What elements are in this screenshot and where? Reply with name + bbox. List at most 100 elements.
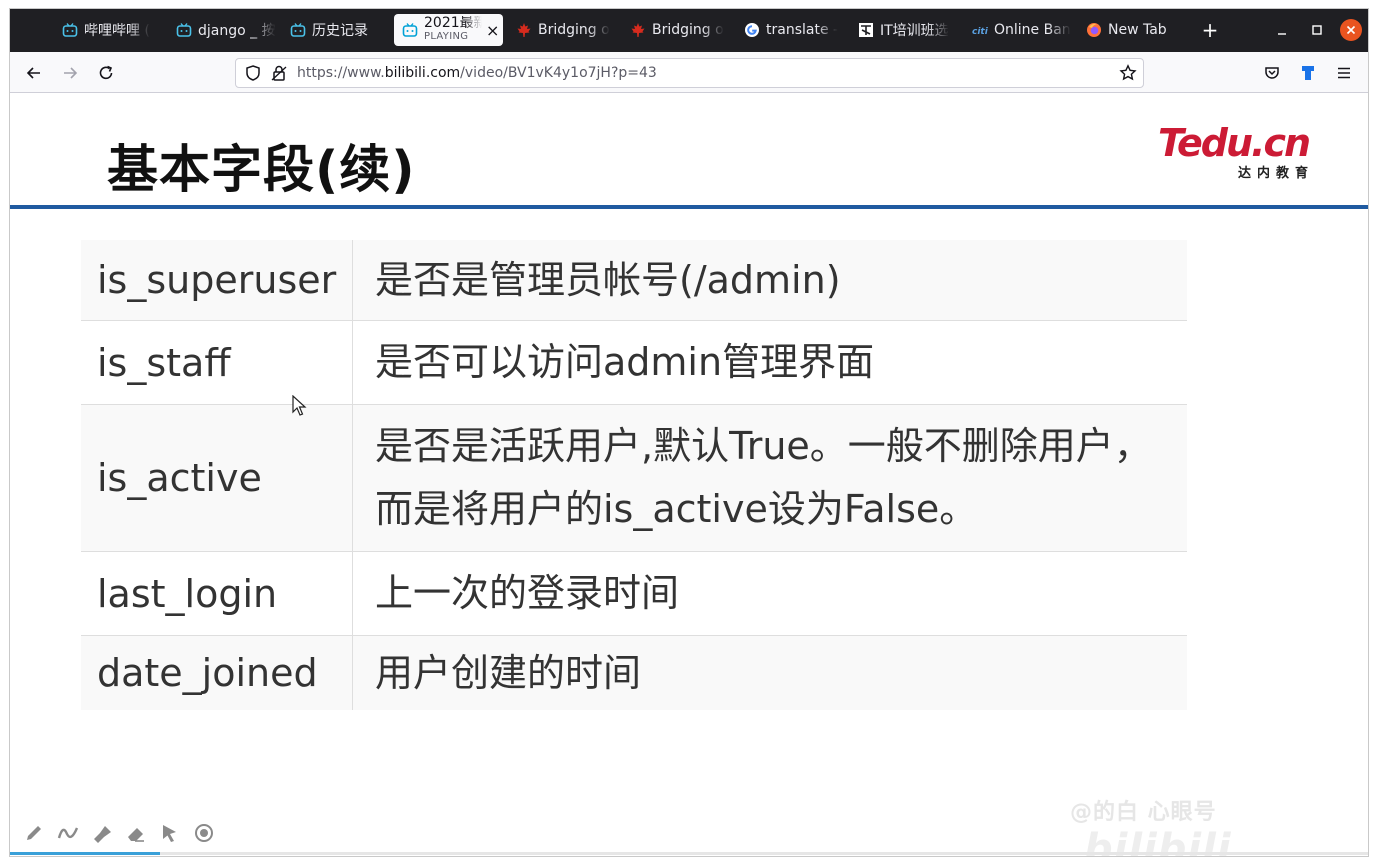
logo-main: Tedu.cn bbox=[1158, 121, 1311, 165]
field-description: 上一次的登录时间 bbox=[375, 571, 680, 615]
tab-bridging-2[interactable]: Bridging o bbox=[622, 14, 730, 46]
bilibili-icon bbox=[62, 22, 78, 38]
tab-translate[interactable]: translate - bbox=[736, 14, 844, 46]
bilibili-icon bbox=[402, 22, 418, 38]
tab-online-bank[interactable]: citi Online Ban bbox=[964, 14, 1072, 46]
bookmark-star-icon[interactable] bbox=[1119, 64, 1137, 82]
url-prefix: https://www. bbox=[297, 65, 385, 81]
url-domain: bilibili.com bbox=[384, 65, 461, 81]
video-slide[interactable]: 基本字段(续) Tedu.cn 达内教育 is_superuser 是否是管理员… bbox=[10, 94, 1368, 856]
tab-history[interactable]: 历史记录 bbox=[282, 14, 390, 46]
tab-it-training[interactable]: IT培训班选 bbox=[850, 14, 958, 46]
pocket-icon bbox=[1265, 67, 1279, 79]
video-progress-bar[interactable] bbox=[10, 852, 1368, 855]
reload-icon bbox=[99, 65, 113, 80]
annotation-toolbar bbox=[22, 821, 216, 849]
tab-bridging-1[interactable]: Bridging o bbox=[508, 14, 616, 46]
video-progress-fill bbox=[10, 852, 160, 855]
site-icon bbox=[858, 22, 874, 38]
tab-label: New Tab bbox=[1108, 22, 1167, 38]
maple-leaf-icon bbox=[516, 22, 532, 38]
record-tool[interactable] bbox=[192, 821, 216, 845]
arrow-right-icon bbox=[64, 67, 78, 79]
arrow-left-icon bbox=[26, 67, 40, 79]
pen-tool[interactable] bbox=[22, 821, 46, 845]
table-row: is_staff 是否可以访问admin管理界面 bbox=[81, 321, 1187, 405]
field-name: is_active bbox=[81, 405, 353, 551]
tab-label: Bridging o bbox=[652, 22, 724, 38]
maple-leaf-icon bbox=[630, 22, 646, 38]
playing-indicator: PLAYING bbox=[424, 31, 469, 42]
pointer-tool[interactable] bbox=[158, 821, 182, 845]
pencil-icon bbox=[27, 826, 41, 840]
minimize-icon bbox=[1278, 33, 1286, 35]
tab-strip: 哔哩哔哩 ( django _ 按 历史记录 2021最新 PLAYING × bbox=[10, 9, 1368, 52]
extension-icon bbox=[1302, 66, 1314, 80]
back-button[interactable] bbox=[21, 60, 47, 86]
field-name: is_superuser bbox=[81, 240, 353, 320]
tab-label-group: 2021最新 PLAYING bbox=[424, 16, 482, 44]
video-watermark: @的白 心眼号 bilibili bbox=[1070, 794, 1368, 856]
record-icon bbox=[195, 824, 213, 842]
new-tab-button[interactable]: + bbox=[1198, 18, 1222, 42]
close-icon bbox=[1346, 25, 1356, 35]
menu-button[interactable] bbox=[1331, 60, 1357, 86]
url-text[interactable]: https://www.bilibili.com/video/BV1vK4y1o… bbox=[297, 65, 657, 81]
minimize-button[interactable] bbox=[1271, 19, 1293, 41]
navigation-bar: https://www.bilibili.com/video/BV1vK4y1o… bbox=[10, 52, 1368, 93]
browser-window: 哔哩哔哩 ( django _ 按 历史记录 2021最新 PLAYING × bbox=[9, 8, 1369, 857]
highlighter-tool[interactable] bbox=[90, 821, 114, 845]
tab-bilibili-home[interactable]: 哔哩哔哩 ( bbox=[54, 14, 162, 46]
tab-new-tab[interactable]: New Tab bbox=[1078, 14, 1186, 46]
table-row: is_superuser 是否是管理员帐号(/admin) bbox=[81, 240, 1187, 321]
lock-icon[interactable] bbox=[270, 64, 288, 82]
slide-title: 基本字段(续) bbox=[107, 141, 416, 200]
eraser-icon bbox=[128, 828, 144, 842]
title-divider bbox=[10, 205, 1368, 209]
logo-sub: 达内教育 bbox=[1238, 166, 1315, 181]
address-bar[interactable]: https://www.bilibili.com/video/BV1vK4y1o… bbox=[235, 58, 1144, 88]
table-row: date_joined 用户创建的时间 bbox=[81, 636, 1187, 710]
fields-table: is_superuser 是否是管理员帐号(/admin) is_staff 是… bbox=[81, 240, 1187, 710]
tab-active-video[interactable]: 2021最新 PLAYING × bbox=[394, 14, 503, 46]
field-description: 是否是管理员帐号(/admin) bbox=[375, 257, 841, 302]
forward-button[interactable] bbox=[57, 60, 83, 86]
maximize-button[interactable] bbox=[1306, 19, 1328, 41]
tab-label: Online Ban bbox=[994, 22, 1071, 38]
shield-icon[interactable] bbox=[244, 64, 262, 82]
tab-label: 2021最新 bbox=[424, 16, 482, 30]
pocket-button[interactable] bbox=[1259, 60, 1285, 86]
hamburger-menu-icon bbox=[1338, 67, 1350, 79]
maximize-icon bbox=[1312, 25, 1322, 35]
window-close-button[interactable] bbox=[1340, 19, 1362, 41]
tab-label: IT培训班选 bbox=[880, 23, 949, 39]
firefox-icon bbox=[1086, 22, 1102, 38]
svg-text:citi: citi bbox=[972, 27, 988, 37]
field-description: 是否是活跃用户,默认True。一般不删除用户，而是将用户的is_active设为… bbox=[375, 424, 1152, 531]
url-path: /video/BV1vK4y1o7jH?p=43 bbox=[460, 65, 657, 81]
field-name: date_joined bbox=[81, 636, 353, 710]
highlighter-icon bbox=[94, 826, 111, 843]
field-name: is_staff bbox=[81, 321, 353, 404]
tab-label: 历史记录 bbox=[312, 23, 368, 39]
bilibili-icon bbox=[290, 22, 306, 38]
tab-django[interactable]: django _ 按 bbox=[168, 14, 276, 46]
eraser-tool[interactable] bbox=[124, 821, 148, 845]
tab-label: 哔哩哔哩 ( bbox=[84, 23, 150, 39]
field-description: 是否可以访问admin管理界面 bbox=[375, 340, 875, 384]
google-icon bbox=[744, 22, 760, 38]
extension-button[interactable] bbox=[1295, 60, 1321, 86]
tedu-logo: Tedu.cn 达内教育 bbox=[1158, 121, 1322, 181]
field-name: last_login bbox=[81, 552, 353, 635]
watermark-text: @的白 心眼号 bbox=[1070, 800, 1217, 825]
tab-label: translate - bbox=[766, 22, 839, 38]
table-row: last_login 上一次的登录时间 bbox=[81, 552, 1187, 636]
bilibili-icon bbox=[176, 22, 192, 38]
curve-tool[interactable] bbox=[56, 821, 80, 845]
tab-label: Bridging o bbox=[538, 22, 610, 38]
close-tab-button[interactable]: × bbox=[486, 21, 499, 40]
mouse-pointer-icon bbox=[292, 395, 307, 416]
table-row: is_active 是否是活跃用户,默认True。一般不删除用户，而是将用户的i… bbox=[81, 405, 1187, 552]
reload-button[interactable] bbox=[93, 60, 119, 86]
pointer-icon bbox=[163, 825, 176, 842]
